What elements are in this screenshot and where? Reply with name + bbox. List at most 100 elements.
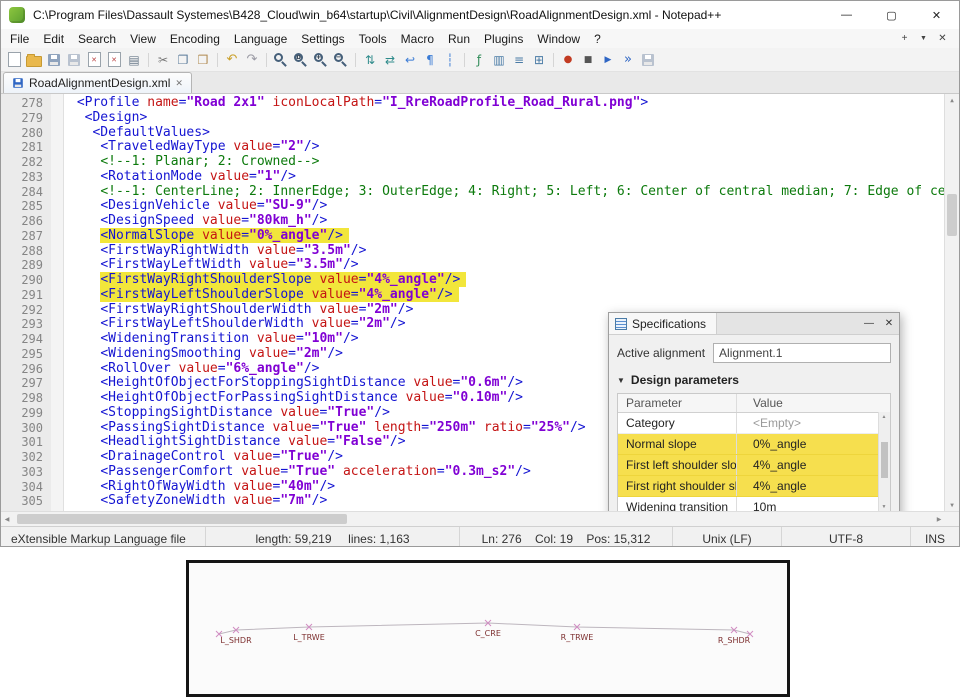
word-wrap-icon[interactable]: ↩ (401, 51, 419, 69)
redo-icon[interactable]: ↷ (243, 51, 261, 69)
line-number: 298 (1, 391, 51, 406)
menu-settings[interactable]: Settings (294, 31, 351, 47)
menu-window[interactable]: Window (530, 31, 587, 47)
menu-language[interactable]: Language (227, 31, 294, 47)
new-tab-button[interactable]: + (896, 31, 913, 46)
save-icon[interactable] (45, 51, 63, 69)
playback-macro-icon[interactable]: ▶ (599, 51, 617, 69)
paste-icon[interactable]: ❒ (194, 51, 212, 69)
table-scroll-up-arrow[interactable]: ▲ (879, 412, 889, 421)
value-cell[interactable]: 4%_angle (737, 455, 890, 475)
menu-encoding[interactable]: Encoding (163, 31, 227, 47)
value-cell[interactable]: 0%_angle (737, 434, 890, 454)
save-all-icon[interactable] (65, 51, 83, 69)
copy-icon[interactable]: ❐ (174, 51, 192, 69)
table-scroll-down-arrow[interactable]: ▼ (879, 502, 889, 511)
close-document-button[interactable]: ✕ (934, 31, 951, 46)
stop-recording-icon[interactable]: ■ (579, 51, 597, 69)
code-line[interactable]: 287 <NormalSlope value="0%_angle"/> (1, 229, 959, 244)
horizontal-scroll-thumb[interactable] (17, 514, 347, 524)
open-file-icon[interactable] (25, 51, 43, 69)
menu-run[interactable]: Run (441, 31, 477, 47)
undo-icon[interactable]: ↶ (223, 51, 241, 69)
close-file-icon[interactable]: ✕ (85, 51, 103, 69)
value-cell[interactable]: 10m (737, 497, 890, 511)
new-file-icon[interactable] (5, 51, 23, 69)
section-design-parameters[interactable]: ▼ Design parameters (609, 369, 899, 391)
value-cell[interactable]: <Empty> (737, 413, 890, 433)
code-line[interactable]: 286 <DesignSpeed value="80km_h"/> (1, 214, 959, 229)
sync-horizontal-scroll-icon[interactable]: ⇄ (381, 51, 399, 69)
table-row[interactable]: Widening transition10m (618, 497, 890, 511)
menu-view[interactable]: View (123, 31, 163, 47)
print-icon[interactable]: ▤ (125, 51, 143, 69)
close-all-files-icon[interactable]: ✕ (105, 51, 123, 69)
text-editor[interactable]: 278 <Profile name="Road 2x1" iconLocalPa… (1, 94, 959, 511)
column-value[interactable]: Value (737, 394, 890, 412)
code-line[interactable]: 285 <DesignVehicle value="SU-9"/> (1, 199, 959, 214)
function-list-icon[interactable]: ƒ (470, 51, 488, 69)
table-row[interactable]: Normal slope0%_angle (618, 434, 890, 455)
menu-tools[interactable]: Tools (352, 31, 394, 47)
minimize-button[interactable]: — (824, 1, 869, 29)
table-row[interactable]: First left shoulder slope4%_angle (618, 455, 890, 476)
code-line[interactable]: 283 <RotationMode value="1"/> (1, 170, 959, 185)
code-line[interactable]: 289 <FirstWayLeftWidth value="3.5m"/> (1, 258, 959, 273)
vertical-scroll-thumb[interactable] (947, 194, 957, 236)
panel-minimize-button[interactable]: — (859, 313, 879, 334)
code-line[interactable]: 288 <FirstWayRightWidth value="3.5m"/> (1, 244, 959, 259)
table-row[interactable]: Category<Empty> (618, 413, 890, 434)
table-scrollbar[interactable]: ▲ ▼ (878, 412, 890, 511)
menu-edit[interactable]: Edit (36, 31, 71, 47)
titlebar[interactable]: C:\Program Files\Dassault Systemes\B428_… (1, 1, 959, 29)
status-eol-format[interactable]: Unix (LF) (673, 527, 782, 547)
cut-icon[interactable]: ✂ (154, 51, 172, 69)
zoom-out-icon[interactable]: − (332, 51, 350, 69)
code-line[interactable]: 281 <TraveledWayType value="2"/> (1, 140, 959, 155)
table-scroll-thumb[interactable] (881, 442, 888, 478)
record-macro-icon[interactable]: ● (559, 51, 577, 69)
folder-as-workspace-icon[interactable]: ⊞ (530, 51, 548, 69)
find-icon[interactable] (272, 51, 290, 69)
close-button[interactable]: ✕ (914, 1, 959, 29)
code-line[interactable]: 278 <Profile name="Road 2x1" iconLocalPa… (1, 96, 959, 111)
vertical-scrollbar[interactable]: ▲ ▼ (944, 94, 959, 511)
menu-search[interactable]: Search (71, 31, 123, 47)
document-list-icon[interactable]: ≡ (510, 51, 528, 69)
panel-close-button[interactable]: ✕ (879, 313, 899, 334)
indent-guide-icon[interactable]: ┆ (441, 51, 459, 69)
code-line[interactable]: 284 <!--1: CenterLine; 2: InnerEdge; 3: … (1, 185, 959, 200)
replace-icon[interactable]: b (292, 51, 310, 69)
tab-list-dropdown-button[interactable]: ▼ (915, 31, 932, 46)
code-line[interactable]: 291 <FirstWayLeftShoulderSlope value="4%… (1, 288, 959, 303)
active-alignment-input[interactable]: Alignment.1 (713, 343, 891, 363)
specifications-titlebar[interactable]: Specifications — ✕ (609, 313, 899, 335)
table-row[interactable]: First right shoulder slope4%_angle (618, 476, 890, 497)
code-line[interactable]: 282 <!--1: Planar; 2: Crowned--> (1, 155, 959, 170)
code-line[interactable]: 290 <FirstWayRightShoulderSlope value="4… (1, 273, 959, 288)
status-encoding[interactable]: UTF-8 (782, 527, 911, 547)
tab-roadalignmentdesign-xml[interactable]: RoadAlignmentDesign.xml ✕ (3, 72, 192, 93)
menu-help[interactable]: ? (587, 31, 608, 47)
menu-file[interactable]: File (3, 31, 36, 47)
column-parameter[interactable]: Parameter (618, 394, 737, 412)
maximize-button[interactable]: ▢ (869, 1, 914, 29)
value-cell[interactable]: 4%_angle (737, 476, 890, 496)
tab-close-icon[interactable]: ✕ (175, 78, 183, 89)
document-map-icon[interactable]: ▥ (490, 51, 508, 69)
run-macro-multiple-icon[interactable]: » (619, 51, 637, 69)
save-macro-icon[interactable] (639, 51, 657, 69)
sync-vertical-scroll-icon[interactable]: ⇅ (361, 51, 379, 69)
scroll-right-arrow[interactable]: ▶ (933, 512, 945, 526)
scroll-down-arrow[interactable]: ▼ (945, 499, 959, 511)
scroll-up-arrow[interactable]: ▲ (945, 94, 959, 106)
menu-macro[interactable]: Macro (394, 31, 441, 47)
show-all-characters-icon[interactable]: ¶ (421, 51, 439, 69)
status-insert-mode[interactable]: INS (911, 527, 959, 547)
horizontal-scrollbar[interactable]: ◀ ▶ (1, 511, 959, 526)
zoom-in-icon[interactable]: + (312, 51, 330, 69)
code-line[interactable]: 280 <DefaultValues> (1, 126, 959, 141)
scroll-left-arrow[interactable]: ◀ (1, 512, 13, 526)
menu-plugins[interactable]: Plugins (477, 31, 530, 47)
code-line[interactable]: 279 <Design> (1, 111, 959, 126)
